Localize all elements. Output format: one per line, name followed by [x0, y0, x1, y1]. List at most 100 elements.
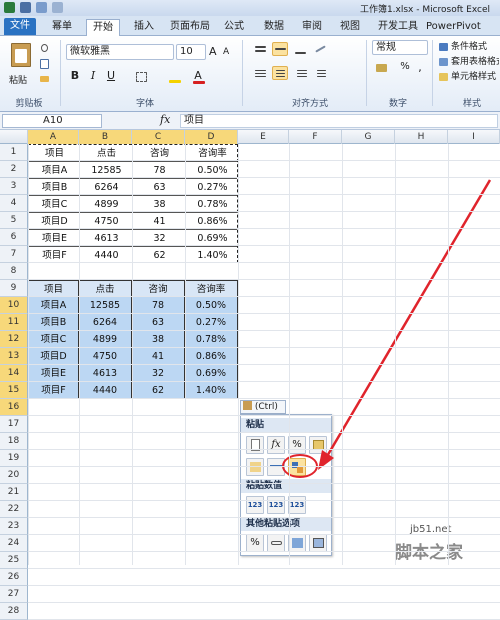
row-header[interactable]: 9: [0, 280, 28, 297]
table-cell[interactable]: 项目F: [28, 382, 79, 399]
paste-formulas-number-format-icon[interactable]: %: [288, 436, 306, 454]
row-header[interactable]: 12: [0, 331, 28, 348]
row-header[interactable]: 21: [0, 484, 28, 501]
row-header[interactable]: 16: [0, 399, 28, 416]
table-cell[interactable]: 0.69%: [185, 365, 238, 382]
align-top-icon[interactable]: [252, 42, 268, 56]
table-cell[interactable]: 0.78%: [185, 331, 238, 348]
align-bottom-icon[interactable]: [292, 42, 308, 56]
row-header[interactable]: 14: [0, 365, 28, 382]
column-header[interactable]: G: [342, 130, 395, 144]
table-cell[interactable]: 4750: [79, 348, 132, 365]
table-cell[interactable]: 6264: [79, 314, 132, 331]
align-right-icon[interactable]: [292, 66, 308, 80]
paste-values-icon[interactable]: 123: [246, 496, 264, 514]
table-cell[interactable]: 12585: [79, 297, 132, 314]
cut-icon[interactable]: [37, 41, 51, 53]
format-painter-icon[interactable]: [37, 73, 51, 85]
tab-9[interactable]: 开发工具: [372, 19, 424, 36]
currency-icon[interactable]: [372, 60, 390, 74]
row-header[interactable]: 23: [0, 518, 28, 535]
row-header[interactable]: 6: [0, 229, 28, 246]
paste-linked-picture-icon[interactable]: [309, 534, 327, 552]
cell-style-button[interactable]: 单元格样式: [436, 70, 500, 83]
tab-10[interactable]: PowerPivot: [420, 19, 487, 36]
tab-3[interactable]: 插入: [128, 19, 160, 36]
comma-button[interactable]: ,: [414, 60, 426, 74]
row-header[interactable]: 17: [0, 416, 28, 433]
column-header[interactable]: A: [28, 130, 79, 144]
table-cell[interactable]: 项目A: [28, 297, 79, 314]
paste-link-icon[interactable]: [267, 534, 285, 552]
table-header-cell[interactable]: 咨询: [132, 280, 185, 297]
redo-icon[interactable]: [52, 2, 63, 13]
column-header[interactable]: D: [185, 130, 238, 144]
undo-icon[interactable]: [36, 2, 47, 13]
column-header[interactable]: E: [238, 130, 289, 144]
paste-no-borders-icon[interactable]: [246, 458, 264, 476]
table-cell[interactable]: 项目C: [28, 331, 79, 348]
paste-formatting-icon[interactable]: %: [246, 534, 264, 552]
table-cell[interactable]: 62: [132, 382, 185, 399]
indent-icon[interactable]: [312, 66, 328, 80]
table-cell[interactable]: 38: [132, 331, 185, 348]
column-header[interactable]: H: [395, 130, 448, 144]
row-header[interactable]: 25: [0, 552, 28, 569]
row-header[interactable]: 27: [0, 586, 28, 603]
paste-button[interactable]: 粘贴: [6, 40, 34, 90]
table-cell[interactable]: 41: [132, 348, 185, 365]
align-left-icon[interactable]: [252, 66, 268, 80]
row-header[interactable]: 11: [0, 314, 28, 331]
percent-button[interactable]: %: [398, 60, 412, 74]
paste-keep-source-format-icon[interactable]: [309, 436, 327, 454]
tab-6[interactable]: 数据: [258, 19, 290, 36]
table-format-button[interactable]: 套用表格格式: [436, 55, 500, 68]
row-header[interactable]: 8: [0, 263, 28, 280]
row-header[interactable]: 2: [0, 161, 28, 178]
table-cell[interactable]: 4899: [79, 331, 132, 348]
row-header[interactable]: 1: [0, 144, 28, 161]
bold-button[interactable]: B: [68, 68, 82, 84]
name-box[interactable]: A10: [2, 114, 102, 128]
align-center-icon[interactable]: [272, 66, 288, 80]
tab-5[interactable]: 公式: [218, 19, 250, 36]
table-cell[interactable]: 32: [132, 365, 185, 382]
orientation-icon[interactable]: [312, 42, 328, 56]
tab-8[interactable]: 视图: [334, 19, 366, 36]
table-cell[interactable]: 1.40%: [185, 382, 238, 399]
table-cell[interactable]: 63: [132, 314, 185, 331]
underline-button[interactable]: U: [104, 68, 118, 84]
conditional-format-button[interactable]: 条件格式: [436, 40, 500, 53]
table-cell[interactable]: 项目B: [28, 314, 79, 331]
row-header[interactable]: 13: [0, 348, 28, 365]
paste-formulas-icon[interactable]: fx: [267, 436, 285, 454]
paste-values-source-format-icon[interactable]: 123: [288, 496, 306, 514]
row-header[interactable]: 3: [0, 178, 28, 195]
table-cell[interactable]: 4440: [79, 382, 132, 399]
row-header[interactable]: 18: [0, 433, 28, 450]
row-header[interactable]: 19: [0, 450, 28, 467]
formula-input[interactable]: 项目: [180, 114, 498, 128]
row-header[interactable]: 28: [0, 603, 28, 620]
table-cell[interactable]: 78: [132, 297, 185, 314]
column-header[interactable]: F: [289, 130, 342, 144]
row-header[interactable]: 4: [0, 195, 28, 212]
row-header[interactable]: 26: [0, 569, 28, 586]
grow-font-icon[interactable]: A: [208, 44, 220, 58]
table-header-cell[interactable]: 咨询率: [185, 280, 238, 297]
tab-0[interactable]: 文件: [4, 18, 36, 35]
table-header-cell[interactable]: 项目: [28, 280, 79, 297]
row-header[interactable]: 7: [0, 246, 28, 263]
number-format-select[interactable]: 常规: [372, 40, 428, 55]
column-header[interactable]: I: [448, 130, 500, 144]
paste-values-number-format-icon[interactable]: 123: [267, 496, 285, 514]
table-cell[interactable]: 4613: [79, 365, 132, 382]
column-header[interactable]: C: [132, 130, 185, 144]
paste-options-button[interactable]: (Ctrl) ▾: [240, 400, 286, 424]
insert-function-icon[interactable]: fx: [160, 113, 170, 126]
paste-picture-icon[interactable]: [288, 534, 306, 552]
font-color-icon[interactable]: A: [190, 68, 206, 84]
border-icon[interactable]: [134, 70, 148, 83]
table-cell[interactable]: 项目E: [28, 365, 79, 382]
row-header[interactable]: 20: [0, 467, 28, 484]
